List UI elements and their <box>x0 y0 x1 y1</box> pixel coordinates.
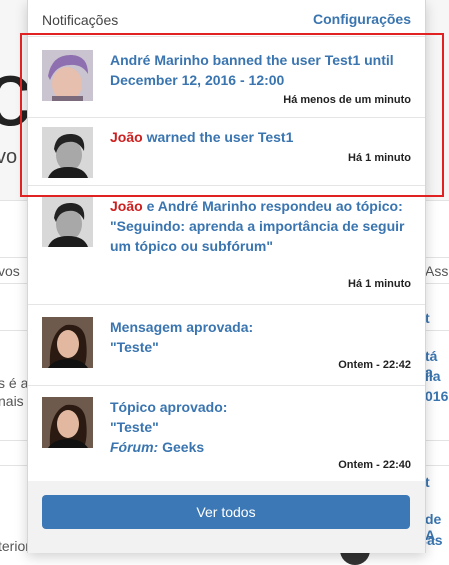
notification-time: Ontem - 22:42 <box>338 359 411 371</box>
notification-time: Há 1 minuto <box>348 278 411 290</box>
woman-avatar <box>42 317 93 368</box>
last-post-link[interactable]: 016 <box>425 388 448 404</box>
notification-text: João e André Marinho respondeu ao tópico… <box>110 196 412 256</box>
dropdown-footer: Ver todos <box>28 481 425 553</box>
topic-link[interactable]: "Teste" <box>110 419 159 435</box>
woman-avatar <box>42 397 93 448</box>
last-post-link[interactable]: ila <box>425 368 441 384</box>
actor-link[interactable]: André Marinho <box>158 198 257 214</box>
notification-text: André Marinho banned the user Test1 unti… <box>110 50 412 90</box>
purple-hair-avatar <box>42 50 93 101</box>
actor-link[interactable]: André Marinho <box>110 52 209 68</box>
bw-man-avatar <box>42 127 93 178</box>
notification-message: Tópico aprovado: <box>110 399 228 415</box>
notification-time: Ontem - 22:40 <box>338 459 411 471</box>
topic-link[interactable]: "Teste" <box>110 339 159 355</box>
notification-item[interactable]: Tópico aprovado: "Teste" Fórum: Geeks On… <box>28 386 425 485</box>
topic-link[interactable]: "Seguindo: aprenda a importância de segu… <box>110 218 404 254</box>
column-header-fragment: vos <box>0 263 20 279</box>
notification-text: Mensagem aprovada: "Teste" <box>110 317 412 357</box>
notification-text: João warned the user Test1 <box>110 127 412 147</box>
notification-message: warned the user Test1 <box>142 129 294 145</box>
notification-message: Mensagem aprovada: <box>110 319 254 335</box>
column-header-fragment: Assi <box>425 263 449 279</box>
bw-man-avatar <box>42 196 93 247</box>
dropdown-header: Notificações Configurações <box>28 0 425 37</box>
forum-link[interactable]: Geeks <box>158 439 204 455</box>
notification-time: Há 1 minuto <box>348 152 411 164</box>
actor-link[interactable]: João <box>110 198 143 214</box>
forum-label: Fórum: <box>110 439 159 455</box>
notification-item[interactable]: João warned the user Test1 Há 1 minuto <box>28 118 425 186</box>
notification-item[interactable]: Mensagem aprovada: "Teste" Ontem - 22:42 <box>28 305 425 386</box>
notification-text: Tópico aprovado: "Teste" Fórum: Geeks <box>110 397 412 457</box>
notification-item[interactable]: André Marinho banned the user Test1 unti… <box>28 37 425 118</box>
notification-item[interactable]: João e André Marinho respondeu ao tópico… <box>28 186 425 305</box>
notifications-dropdown: Notificações Configurações André Marinho… <box>27 0 426 553</box>
settings-link[interactable]: Configurações <box>313 11 411 27</box>
dropdown-title: Notificações <box>42 12 119 28</box>
actor-link[interactable]: João <box>110 129 143 145</box>
notification-message: respondeu ao tópico: <box>256 198 403 214</box>
notification-time: Há menos de um minuto <box>283 94 411 106</box>
view-all-button[interactable]: Ver todos <box>42 495 410 529</box>
topic-desc-fragment: s é a <box>0 375 29 391</box>
page-subtitle-fragment: vo <box>0 146 18 168</box>
conjunction: e <box>142 198 158 214</box>
